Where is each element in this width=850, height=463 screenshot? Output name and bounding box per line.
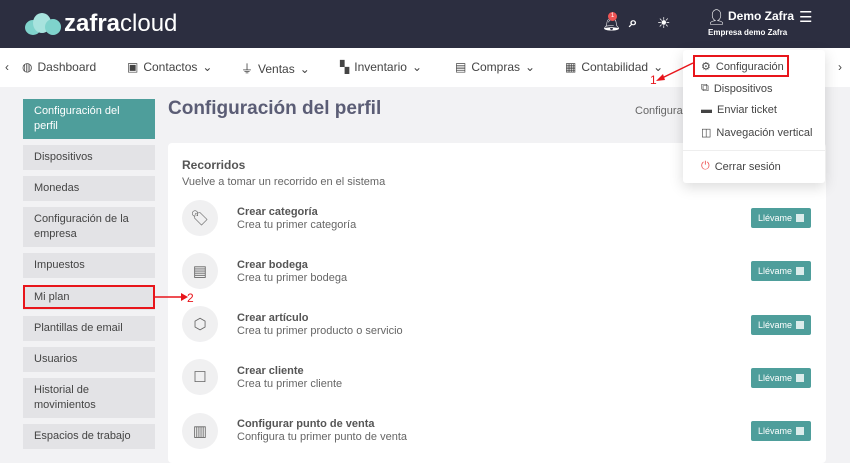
annotation-arrows bbox=[155, 62, 694, 301]
annotation-2: 2 bbox=[187, 291, 194, 305]
annotation-1: 1 bbox=[650, 73, 657, 87]
